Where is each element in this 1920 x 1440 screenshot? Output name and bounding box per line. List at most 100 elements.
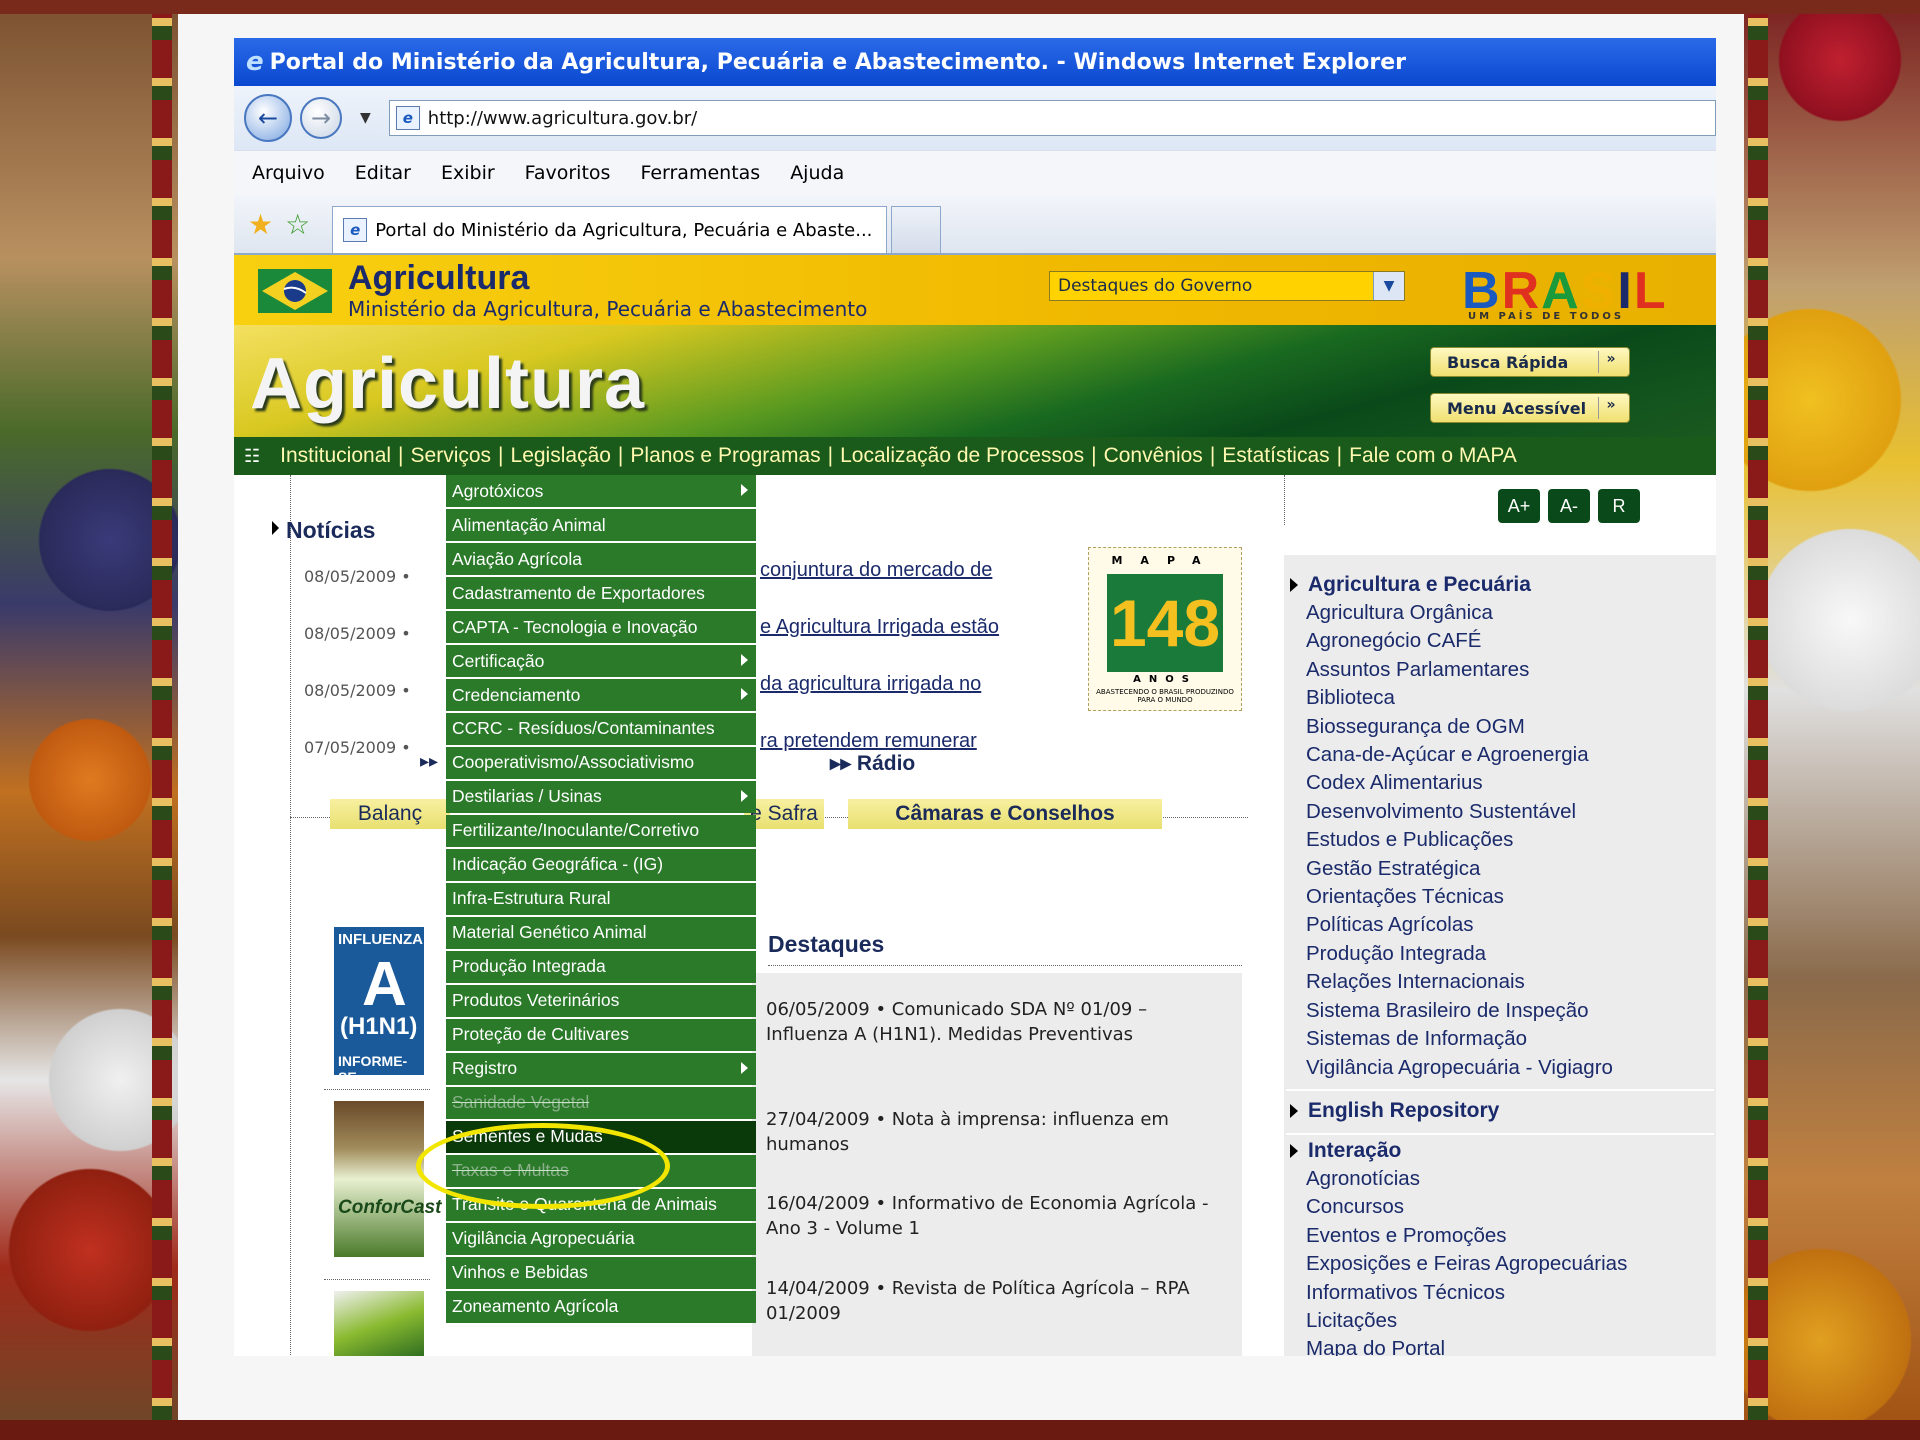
sidebar-link[interactable]: Mapa do Portal: [1306, 1335, 1627, 1356]
menu-item[interactable]: CAPTA - Tecnologia e Inovação: [446, 610, 756, 644]
menu-item[interactable]: Sanidade Vegetal: [446, 1086, 756, 1119]
decorative-stripe-right: [1748, 0, 1768, 1440]
menu-item[interactable]: Produção Integrada: [446, 950, 756, 983]
menu-item[interactable]: Registro: [446, 1052, 756, 1085]
sidebar-link[interactable]: Assuntos Parlamentares: [1306, 656, 1613, 684]
tab-balanco[interactable]: Balanç: [330, 799, 450, 829]
nav-servicos[interactable]: Serviços: [411, 444, 492, 468]
sidebar-link[interactable]: Políticas Agrícolas: [1306, 911, 1613, 939]
tab-camaras-conselhos[interactable]: Câmaras e Conselhos: [848, 799, 1162, 829]
sidebar-link[interactable]: Concursos: [1306, 1193, 1627, 1221]
sidebar-link[interactable]: Produção Integrada: [1306, 940, 1613, 968]
news-date: 08/05/2009 •: [304, 624, 411, 643]
news-link[interactable]: da agricultura irrigada no: [760, 673, 981, 696]
destaque-item[interactable]: 06/05/2009 • Comunicado SDA Nº 01/09 – I…: [766, 997, 1226, 1047]
sidebar-link[interactable]: Licitações: [1306, 1307, 1627, 1335]
menu-item[interactable]: Destilarias / Usinas: [446, 780, 756, 814]
menu-editar[interactable]: Editar: [355, 162, 411, 184]
sidebar-link[interactable]: Agricultura Orgânica: [1306, 599, 1613, 627]
sidebar-link[interactable]: Sistema Brasileiro de Inspeção: [1306, 997, 1613, 1025]
sidebar-link[interactable]: Biblioteca: [1306, 684, 1613, 712]
address-bar: ← → ▼ e http://www.agricultura.gov.br/: [234, 86, 1716, 150]
menu-item[interactable]: Alimentação Animal: [446, 508, 756, 542]
menu-ajuda[interactable]: Ajuda: [790, 162, 844, 184]
site-title[interactable]: Agricultura: [348, 259, 529, 298]
menu-item[interactable]: Agrotóxicos: [446, 475, 756, 508]
quick-search-button[interactable]: Busca Rápida »: [1430, 347, 1630, 377]
back-button[interactable]: ←: [244, 94, 292, 142]
conforcast-banner[interactable]: [334, 1101, 424, 1257]
menu-exibir[interactable]: Exibir: [441, 162, 495, 184]
h1n1-banner[interactable]: INFLUENZA A (H1N1) INFORME-SE: [334, 927, 424, 1085]
menu-item[interactable]: Infra-Estrutura Rural: [446, 882, 756, 915]
sidebar-link[interactable]: Estudos e Publicações: [1306, 826, 1613, 854]
menu-arquivo[interactable]: Arquivo: [252, 162, 325, 184]
sidebar-link[interactable]: Cana-de-Açúcar e Agroenergia: [1306, 741, 1613, 769]
history-dropdown-icon[interactable]: ▼: [360, 110, 371, 126]
menu-item[interactable]: Credenciamento: [446, 678, 756, 712]
tab-safra[interactable]: e Safra: [744, 799, 824, 829]
font-reset-button[interactable]: R: [1598, 489, 1640, 523]
sidebar-link[interactable]: Eventos e Promoções: [1306, 1222, 1627, 1250]
government-highlights-select[interactable]: Destaques do Governo ▼: [1049, 271, 1405, 301]
nav-planos[interactable]: Planos e Programas: [630, 444, 820, 468]
sidebar-link[interactable]: Gestão Estratégica: [1306, 855, 1613, 883]
nav-estatisticas[interactable]: Estatísticas: [1222, 444, 1329, 468]
sidebar-heading-interacao[interactable]: Interação: [1289, 1139, 1401, 1163]
more-news-arrows-icon[interactable]: ▸▸: [420, 751, 438, 772]
sidebar-link[interactable]: Agronotícias: [1306, 1165, 1627, 1193]
destaque-item[interactable]: 16/04/2009 • Informativo de Economia Agr…: [766, 1191, 1226, 1241]
menu-ferramentas[interactable]: Ferramentas: [640, 162, 760, 184]
sidebar-link[interactable]: Sistemas de Informação: [1306, 1025, 1613, 1053]
tab-portal[interactable]: e Portal do Ministério da Agricultura, P…: [332, 206, 888, 253]
menu-favoritos[interactable]: Favoritos: [525, 162, 611, 184]
menu-item[interactable]: Cooperativismo/Associativismo: [446, 746, 756, 780]
news-link[interactable]: ra pretendem remunerar: [760, 730, 977, 753]
sidebar-link[interactable]: Vigilância Agropecuária - Vigiagro: [1306, 1054, 1613, 1082]
sidebar-link[interactable]: Relações Internacionais: [1306, 968, 1613, 996]
new-tab-button[interactable]: [891, 206, 942, 253]
menu-item[interactable]: CCRC - Resíduos/Contaminantes: [446, 712, 756, 746]
favorites-star-icon[interactable]: ★: [248, 208, 273, 241]
menu-item[interactable]: Vinhos e Bebidas: [446, 1256, 756, 1289]
menu-item[interactable]: Produtos Veterinários: [446, 984, 756, 1017]
destaque-item[interactable]: 27/04/2009 • Nota à imprensa: influenza …: [766, 1107, 1226, 1157]
menu-item[interactable]: Vigilância Agropecuária: [446, 1222, 756, 1255]
sidebar-link[interactable]: Biossegurança de OGM: [1306, 713, 1613, 741]
sidebar-link[interactable]: Informativos Técnicos: [1306, 1279, 1627, 1307]
radio-link[interactable]: ▸▸ Rádio: [830, 751, 915, 776]
sidebar-link[interactable]: Agronegócio CAFÉ: [1306, 627, 1613, 655]
forward-arrow-icon: →: [310, 104, 332, 132]
sitemap-icon[interactable]: ☷: [244, 446, 260, 467]
chevron-down-icon[interactable]: ▼: [1373, 272, 1404, 300]
news-link[interactable]: e Agricultura Irrigada estão: [760, 616, 999, 639]
destaque-item[interactable]: 14/04/2009 • Revista de Política Agrícol…: [766, 1276, 1226, 1326]
menu-item[interactable]: Indicação Geográfica - (IG): [446, 848, 756, 882]
font-decrease-button[interactable]: A-: [1548, 489, 1590, 523]
menu-item[interactable]: Aviação Agrícola: [446, 542, 756, 576]
menu-item[interactable]: Fertilizante/Inoculante/Corretivo: [446, 814, 756, 848]
accessible-menu-button[interactable]: Menu Acessível »: [1430, 393, 1630, 423]
nav-legislacao[interactable]: Legislação: [511, 444, 611, 468]
news-link[interactable]: conjuntura do mercado de: [760, 559, 992, 582]
promo-banner[interactable]: [334, 1291, 424, 1356]
nav-localizacao[interactable]: Localização de Processos: [840, 444, 1084, 468]
url-input[interactable]: e http://www.agricultura.gov.br/: [388, 100, 1716, 136]
nav-fale-com-mapa[interactable]: Fale com o MAPA: [1349, 444, 1517, 468]
nav-convenios[interactable]: Convênios: [1104, 444, 1203, 468]
forward-button[interactable]: →: [300, 97, 342, 139]
menu-item[interactable]: Material Genético Animal: [446, 916, 756, 949]
menu-item[interactable]: Zoneamento Agrícola: [446, 1290, 756, 1323]
add-favorite-icon[interactable]: ☆: [285, 208, 310, 241]
sidebar-link[interactable]: Orientações Técnicas: [1306, 883, 1613, 911]
nav-institucional[interactable]: Institucional: [280, 444, 391, 468]
menu-item[interactable]: Cadastramento de Exportadores: [446, 576, 756, 610]
menu-item[interactable]: Certificação: [446, 644, 756, 678]
sidebar-link[interactable]: Exposições e Feiras Agropecuárias: [1306, 1250, 1627, 1278]
sidebar-link[interactable]: Desenvolvimento Sustentável: [1306, 798, 1613, 826]
sidebar-heading-agricultura[interactable]: Agricultura e Pecuária: [1290, 573, 1531, 597]
font-increase-button[interactable]: A+: [1498, 489, 1540, 523]
sidebar-heading-english[interactable]: English Repository: [1289, 1099, 1499, 1123]
sidebar-link[interactable]: Codex Alimentarius: [1306, 769, 1613, 797]
menu-item[interactable]: Proteção de Cultivares: [446, 1018, 756, 1051]
